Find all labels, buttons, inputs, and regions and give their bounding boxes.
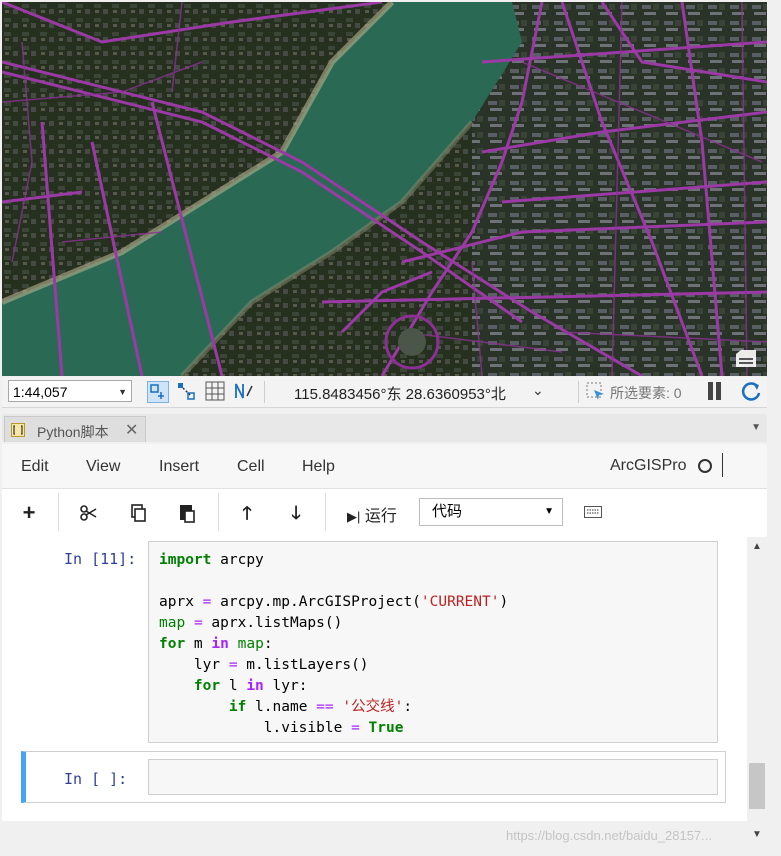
menu-edit[interactable]: Edit [21,458,49,476]
code-cell[interactable]: import arcpy aprx = arcpy.mp.ArcGISProje… [148,541,718,743]
scroll-up-icon[interactable]: ▲ [752,541,762,552]
cell-type-value: 代码 [432,503,463,520]
kernel-name: ArcGISPro [610,457,687,474]
map-status-bar: 1:44,057 ▼ 115.8483456°东 28.6360953°北 ⌄ … [2,377,767,408]
notebook-cells: In [11]: import arcpy aprx = arcpy.mp.Ar… [2,537,747,821]
refresh-icon[interactable] [740,380,762,402]
scale-selector[interactable]: 1:44,057 ▼ [8,380,132,402]
map-view[interactable] [2,2,767,376]
notebook-toolbar: + 🡑 🡓 ▶︎| 运行 代码 ▼ [2,488,767,538]
chevron-down-icon[interactable]: ▼ [751,422,761,433]
separator [325,493,326,531]
menu-insert[interactable]: Insert [159,458,199,476]
run-button[interactable]: ▶︎| 运行 [347,502,397,526]
chevron-down-icon: ▼ [118,387,127,397]
map-nav-icon[interactable] [147,381,169,403]
coordinate-format-dropdown[interactable]: ⌄ [532,382,544,399]
scroll-thumb[interactable] [749,763,765,809]
chevron-down-icon: ▼ [544,506,554,517]
scroll-down-icon[interactable]: ▼ [752,829,762,840]
watermark: https://blog.csdn.net/baidu_28157... [506,828,712,843]
code-text: aprx [159,594,203,610]
cell-type-select[interactable]: 代码 ▼ [419,498,563,526]
separator [722,453,723,477]
code-text: arcpy [220,552,264,568]
cell-prompt: In [ ]: [64,770,128,788]
code-editor[interactable]: import arcpy aprx = arcpy.mp.ArcGISProje… [159,550,508,739]
run-icon: ▶︎| [347,509,361,524]
coordinate-readout: 115.8483456°东 28.6360953°北 [294,386,506,403]
code-keyword: for [193,678,221,694]
tab-python-script[interactable]: Python脚本 ✕ [4,416,146,442]
notebook-icon [11,423,25,437]
vertical-scrollbar[interactable]: ▲ ▼ [747,537,767,843]
grid-icon[interactable] [205,381,225,401]
copy-icon[interactable] [125,501,151,525]
menu-view[interactable]: View [86,458,120,476]
layout-icon[interactable] [735,350,757,368]
cut-icon[interactable] [76,501,102,525]
menu-cell[interactable]: Cell [237,458,265,476]
cell-prompt: In [11]: [64,550,137,568]
code-string: 'CURRENT' [420,594,500,610]
scale-value: 1:44,057 [13,384,68,400]
separator [264,381,265,403]
snapping-icon[interactable] [176,381,196,401]
separator [218,493,219,531]
code-keyword: in [211,636,229,652]
code-text: aprx.listMaps() [211,615,343,631]
kernel-status-icon [698,459,712,473]
keyboard-icon[interactable] [584,506,602,518]
code-keyword: True [368,720,404,736]
menu-help[interactable]: Help [302,458,335,476]
code-text: arcpy.mp.ArcGISProject( [211,594,421,610]
code-string: '公交线' [342,699,404,715]
run-label: 运行 [364,508,397,525]
move-down-button[interactable]: 🡓 [283,501,309,525]
code-builtin: map [159,615,186,631]
constraint-icon[interactable] [234,381,254,401]
pause-icon[interactable] [708,382,724,405]
code-keyword: for [159,636,186,652]
selected-features-count: 所选要素: 0 [610,385,682,401]
code-keyword: import [159,552,212,568]
move-up-button[interactable]: 🡑 [234,501,260,525]
satellite-map [2,2,767,376]
close-icon[interactable]: ✕ [125,420,138,440]
notebook-menubar: Edit View Insert Cell Help ArcGISPro [2,444,767,488]
code-cell-empty[interactable] [148,759,718,795]
select-icon[interactable] [586,382,606,402]
separator [58,493,59,531]
pane-tab-strip: Python脚本 ✕ ▼ [2,414,767,442]
code-keyword: if [228,699,247,715]
separator [578,381,579,403]
add-cell-button[interactable]: + [16,501,42,525]
tab-label: Python脚本 [37,424,109,440]
paste-icon[interactable] [174,501,200,525]
